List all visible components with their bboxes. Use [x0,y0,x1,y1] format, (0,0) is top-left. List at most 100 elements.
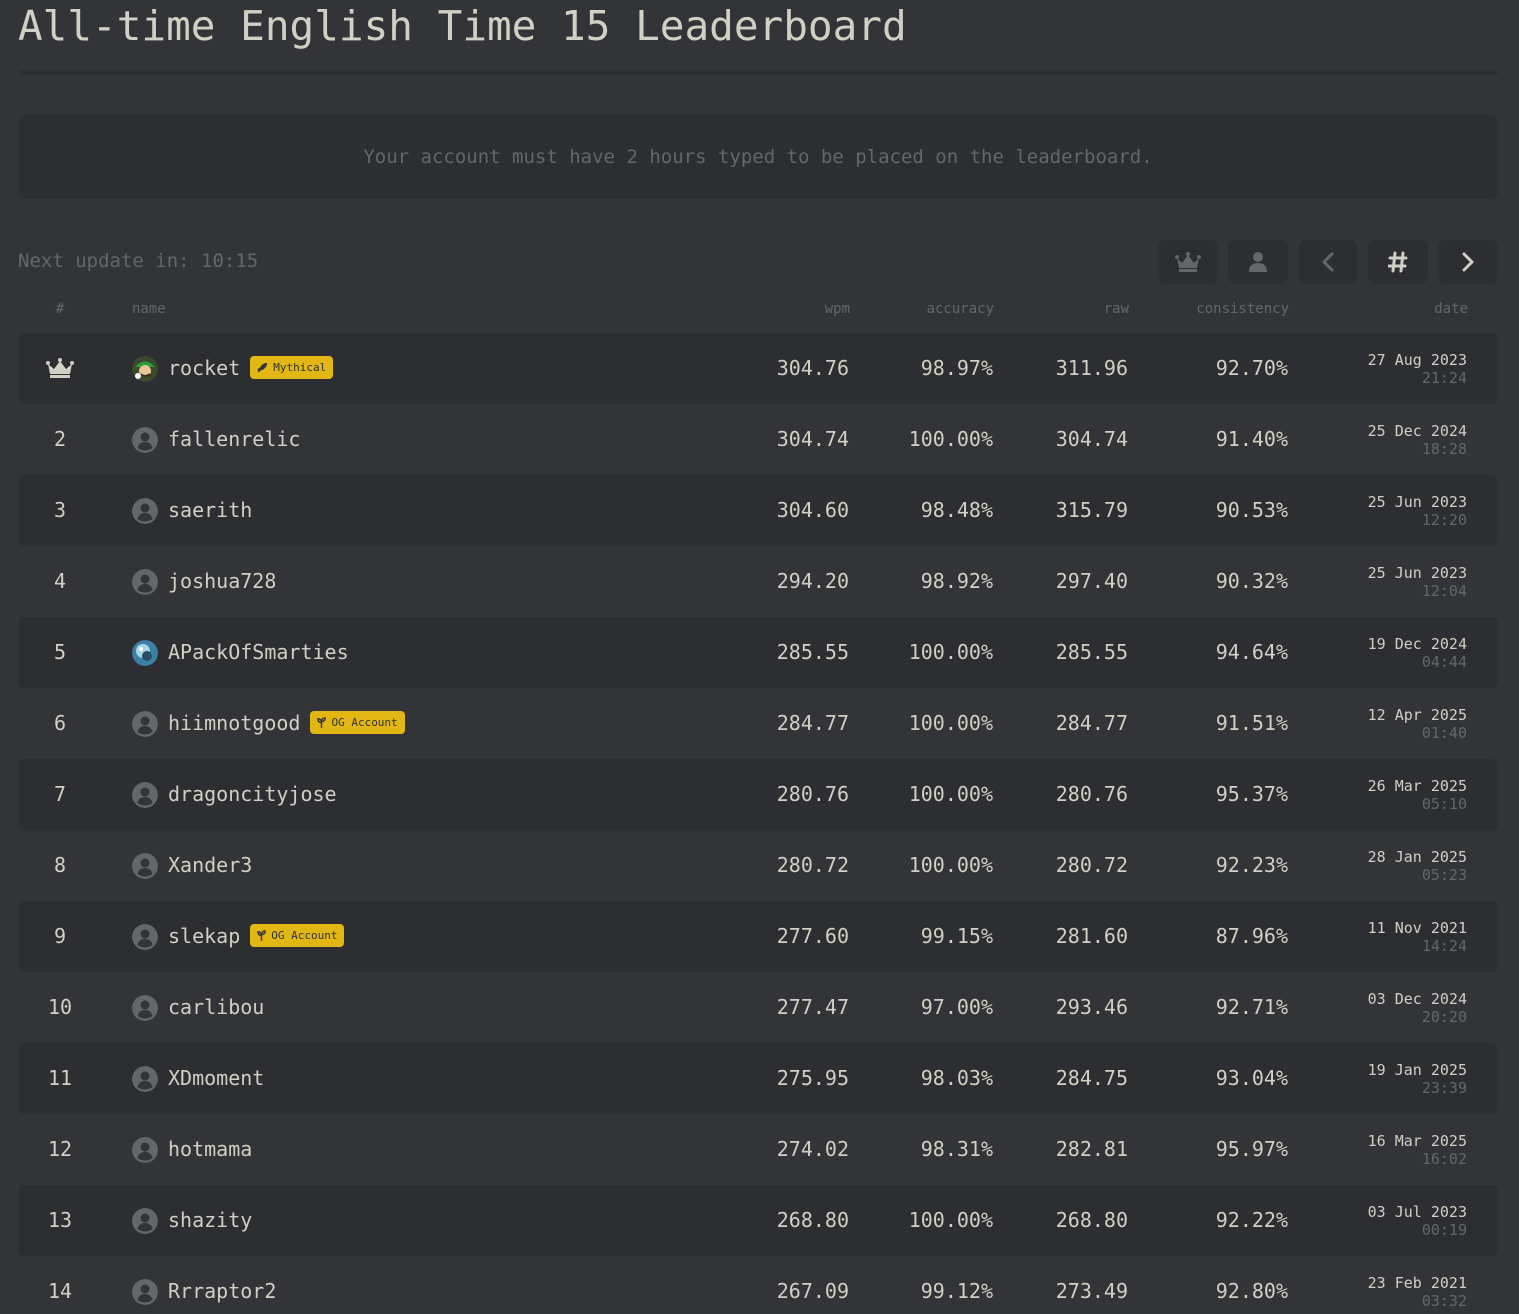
avatar[interactable] [132,923,158,950]
row-date-day: 27 Aug 2023 [1367,350,1467,369]
username-link[interactable]: hiimnotgood [168,711,300,735]
column-header-rank: # [55,301,65,317]
row-date-time: 23:39 [1421,1078,1467,1097]
row-date-day: 25 Jun 2023 [1367,492,1467,511]
row-rank: 10 [47,994,73,1019]
row-accuracy: 100.00% [908,639,993,664]
table-row: 13 shazity 268.80 100.00% 268.80 92.22% 03 Jul… [18,1185,1498,1256]
row-date-time: 05:10 [1421,794,1467,813]
avatar[interactable] [132,355,158,382]
page-title: All-time English Time 15 Leaderboard [18,2,907,50]
row-consistency: 90.53% [1215,497,1288,522]
row-raw: 285.55 [1055,639,1128,664]
row-date-day: 28 Jan 2025 [1367,847,1467,866]
row-raw: 273.49 [1055,1278,1128,1303]
user-name-cell: Rrraptor2 [168,1279,276,1303]
row-consistency: 95.97% [1215,1136,1288,1161]
username-link[interactable]: hotmama [168,1137,252,1161]
avatar[interactable] [132,1278,158,1305]
row-consistency: 91.40% [1215,426,1288,451]
chevron-left-icon [1322,252,1334,272]
avatar[interactable] [132,639,158,666]
row-rank: 6 [53,710,67,735]
crown-icon [1175,252,1201,272]
avatar[interactable] [132,710,158,737]
column-header-accuracy: accuracy [926,301,994,317]
row-date: 03 Jul 2023 00:19 [1368,1203,1467,1239]
table-row: 12 hotmama 274.02 98.31% 282.81 95.97% 16 Mar … [18,1114,1498,1185]
row-date-day: 23 Feb 2021 [1367,1273,1467,1292]
avatar[interactable] [132,994,158,1021]
hashtag-icon [1388,251,1408,273]
user-name-cell: shazity [168,1208,252,1232]
jump-to-rank-button[interactable] [1368,240,1428,284]
row-raw: 280.76 [1055,781,1128,806]
row-raw: 311.96 [1055,355,1128,380]
username-link[interactable]: shazity [168,1208,252,1232]
row-consistency: 94.64% [1215,639,1288,664]
username-link[interactable]: saerith [168,498,252,522]
row-raw: 293.46 [1055,994,1128,1019]
row-consistency: 92.80% [1215,1278,1288,1303]
avatar[interactable] [132,497,158,524]
row-wpm: 280.76 [776,781,849,806]
username-link[interactable]: APackOfSmarties [168,640,349,664]
next-update-timer: Next update in: 10:15 [18,250,259,272]
row-raw: 284.77 [1055,710,1128,735]
row-date-day: 25 Jun 2023 [1367,563,1467,582]
username-link[interactable]: XDmoment [168,1066,264,1090]
username-link[interactable]: Xander3 [168,853,252,877]
avatar[interactable] [132,1207,158,1234]
user-icon [1249,252,1267,272]
username-link[interactable]: joshua728 [168,569,276,593]
row-date-day: 26 Mar 2025 [1367,776,1467,795]
row-rank: 8 [53,852,67,877]
row-date: 12 Apr 2025 01:40 [1368,706,1467,742]
row-date-time: 00:19 [1421,1220,1467,1239]
previous-page-button[interactable] [1298,240,1358,284]
avatar[interactable] [132,1065,158,1092]
avatar[interactable] [132,568,158,595]
row-accuracy: 98.03% [920,1065,993,1090]
username-link[interactable]: dragoncityjose [168,782,337,806]
crown-button[interactable] [1158,240,1218,284]
username-link[interactable]: Rrraptor2 [168,1279,276,1303]
username-link[interactable]: carlibou [168,995,264,1019]
chevron-right-icon [1462,252,1474,272]
user-button[interactable] [1228,240,1288,284]
username-link[interactable]: fallenrelic [168,427,300,451]
row-date-time: 01:40 [1421,723,1467,742]
column-header-name: name [132,301,166,317]
table-row: 5 APackOfSmarties 285.55 100.00% 285.55 94.64… [18,617,1498,688]
table-row: 9 slekap OG Account 277.60 99.15% 281.60 87.96… [18,901,1498,972]
table-row: rocket Mythical 304.76 98.97% 311.96 92.70% 27… [18,333,1498,404]
avatar[interactable] [132,426,158,453]
user-name-cell: hotmama [168,1137,252,1161]
username-link[interactable]: rocket [168,356,240,380]
row-rank: 14 [47,1278,73,1303]
row-date-time: 21:24 [1421,368,1467,387]
row-accuracy: 100.00% [908,852,993,877]
row-accuracy: 98.97% [920,355,993,380]
row-date-time: 12:20 [1421,510,1467,529]
row-accuracy: 100.00% [908,781,993,806]
table-row: 3 saerith 304.60 98.48% 315.79 90.53% 25 Jun 2… [18,475,1498,546]
leaderboard-notice: Your account must have 2 hours typed to … [18,115,1498,199]
row-raw: 315.79 [1055,497,1128,522]
row-rank: 5 [53,639,67,664]
row-rank: 7 [53,781,67,806]
avatar[interactable] [132,781,158,808]
avatar[interactable] [132,1136,158,1163]
username-link[interactable]: slekap [168,924,240,948]
row-date: 03 Dec 2024 20:20 [1368,990,1467,1026]
row-wpm: 284.77 [776,710,849,735]
avatar[interactable] [132,852,158,879]
rocket-icon [257,362,268,373]
row-date-day: 19 Dec 2024 [1367,634,1467,653]
table-row: 14 Rrraptor2 267.09 99.12% 273.49 92.80% 23 Fe… [18,1256,1498,1314]
row-date-day: 11 Nov 2021 [1367,918,1467,937]
row-consistency: 92.70% [1215,355,1288,380]
next-page-button[interactable] [1438,240,1498,284]
row-accuracy: 98.48% [920,497,993,522]
row-date: 19 Jan 2025 23:39 [1368,1061,1467,1097]
